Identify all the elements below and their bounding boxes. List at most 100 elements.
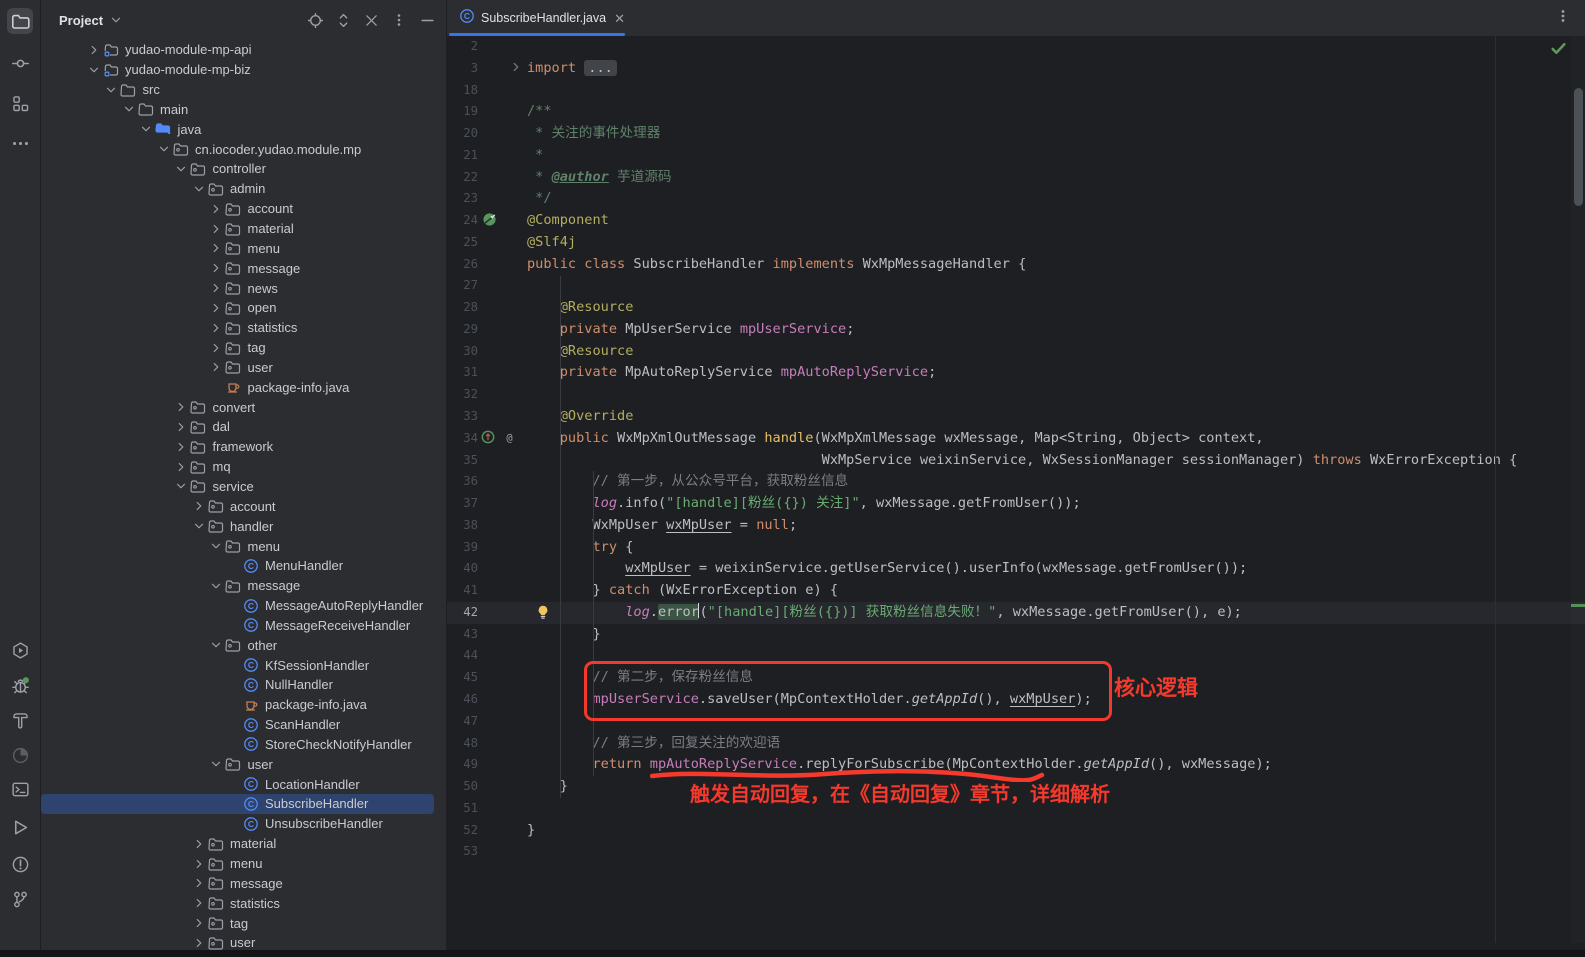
chevron-right-icon[interactable] [209, 261, 224, 276]
tree-item-tag[interactable]: tag [41, 338, 434, 358]
chevron-right-icon[interactable] [209, 221, 224, 236]
code-line-42[interactable]: 42 log.error("[handle][粉丝({})] 获取粉丝信息失败！… [447, 602, 1585, 624]
tree-item-dal[interactable]: dal [41, 417, 434, 437]
code-line-2[interactable]: 2 [447, 36, 1585, 58]
code-line-27[interactable]: 27 [447, 275, 1585, 297]
chevron-down-icon[interactable] [139, 122, 154, 137]
tree-item-main[interactable]: main [41, 100, 434, 120]
tree-item-message[interactable]: message [41, 873, 434, 893]
tree-item-yudao-module-mp-biz[interactable]: yudao-module-mp-biz [41, 60, 434, 80]
chevron-right-icon[interactable] [191, 836, 206, 851]
collapse-all-icon[interactable] [362, 11, 380, 29]
chevron-right-icon[interactable] [209, 241, 224, 256]
tree-item-user[interactable]: user [41, 754, 434, 774]
tree-item-news[interactable]: news [41, 278, 434, 298]
tree-item-unsubscribehandler[interactable]: CUnsubscribeHandler [41, 814, 434, 834]
chevron-right-icon[interactable] [174, 459, 189, 474]
chevron-right-icon[interactable] [174, 400, 189, 415]
tree-item-mq[interactable]: mq [41, 457, 434, 477]
chevron-right-icon[interactable] [191, 896, 206, 911]
close-icon[interactable]: ✕ [614, 12, 625, 25]
tree-item-cn-iocoder-yudao-module-mp[interactable]: cn.iocoder.yudao.module.mp [41, 139, 434, 159]
more-tools-icon[interactable] [7, 130, 33, 156]
tree-item-other[interactable]: other [41, 635, 434, 655]
code-content[interactable]: 23import ...1819/**20 * 关注的事件处理器21 *22 *… [447, 36, 1585, 863]
chevron-right-icon[interactable] [191, 916, 206, 931]
tree-item-message[interactable]: message [41, 258, 434, 278]
tree-item-scanhandler[interactable]: CScanHandler [41, 715, 434, 735]
code-line-29[interactable]: 29 private MpUserService mpUserService; [447, 319, 1585, 341]
chevron-down-icon[interactable] [209, 539, 224, 554]
chevron-down-icon[interactable] [174, 161, 189, 176]
kebab-menu-icon[interactable] [1555, 8, 1571, 29]
code-line-34[interactable]: 34@ public WxMpXmlOutMessage handle(WxMp… [447, 428, 1585, 450]
chevron-down-icon[interactable] [209, 638, 224, 653]
tree-item-account[interactable]: account [41, 199, 434, 219]
code-line-23[interactable]: 23 */ [447, 188, 1585, 210]
code-line-24[interactable]: 24@Component [447, 210, 1585, 232]
code-line-25[interactable]: 25@Slf4j [447, 232, 1585, 254]
tree-item-handler[interactable]: handler [41, 516, 434, 536]
chevron-down-icon[interactable] [156, 142, 171, 157]
code-line-18[interactable]: 18 [447, 80, 1585, 102]
tree-item-service[interactable]: service [41, 477, 434, 497]
terminal-icon[interactable] [7, 776, 33, 802]
chevron-right-icon[interactable] [209, 320, 224, 335]
code-line-43[interactable]: 43 } [447, 624, 1585, 646]
code-line-35[interactable]: 35 WxMpService weixinService, WxSessionM… [447, 450, 1585, 472]
tree-item-convert[interactable]: convert [41, 397, 434, 417]
tab-subscribehandler[interactable]: C SubscribeHandler.java ✕ [449, 0, 625, 36]
code-line-41[interactable]: 41 } catch (WxErrorException e) { [447, 580, 1585, 602]
chevron-right-icon[interactable] [191, 935, 206, 950]
tree-item-yudao-module-mp-api[interactable]: yudao-module-mp-api [41, 40, 434, 60]
tree-item-subscribehandler[interactable]: CSubscribeHandler [41, 794, 434, 814]
code-line-30[interactable]: 30 @Resource [447, 341, 1585, 363]
project-panel-title[interactable]: Project [59, 13, 103, 28]
chevron-right-icon[interactable] [174, 439, 189, 454]
tree-item-src[interactable]: src [41, 80, 434, 100]
tree-item-user[interactable]: user [41, 358, 434, 378]
editor-scrollbar-thumb[interactable] [1574, 88, 1583, 206]
build-icon[interactable] [7, 707, 33, 733]
tree-item-package-info-java[interactable]: package-info.java [41, 377, 434, 397]
chevron-right-icon[interactable] [209, 340, 224, 355]
chevron-right-icon[interactable] [174, 419, 189, 434]
tree-item-open[interactable]: open [41, 298, 434, 318]
code-line-37[interactable]: 37 log.info("[handle][粉丝({}) 关注]", wxMes… [447, 493, 1585, 515]
chevron-right-icon[interactable] [209, 360, 224, 375]
code-line-38[interactable]: 38 WxMpUser wxMpUser = null; [447, 515, 1585, 537]
code-line-53[interactable]: 53 [447, 841, 1585, 863]
tree-item-package-info-java[interactable]: package-info.java [41, 695, 434, 715]
git-branch-icon[interactable] [7, 886, 33, 912]
analysis-ok-check-icon[interactable] [1550, 40, 1567, 62]
structure-icon[interactable] [7, 90, 33, 116]
tree-item-material[interactable]: material [41, 834, 434, 854]
tree-item-storechecknotifyhandler[interactable]: CStoreCheckNotifyHandler [41, 735, 434, 755]
fold-chevron-icon[interactable] [509, 60, 523, 82]
tree-item-statistics[interactable]: statistics [41, 318, 434, 338]
code-line-20[interactable]: 20 * 关注的事件处理器 [447, 123, 1585, 145]
chevron-right-icon[interactable] [209, 300, 224, 315]
tree-item-locationhandler[interactable]: CLocationHandler [41, 774, 434, 794]
code-line-32[interactable]: 32 [447, 384, 1585, 406]
run-icon[interactable] [7, 814, 33, 840]
code-line-33[interactable]: 33 @Override [447, 406, 1585, 428]
code-line-40[interactable]: 40 wxMpUser = weixinService.getUserServi… [447, 558, 1585, 580]
tree-item-message[interactable]: message [41, 576, 434, 596]
tree-item-messagereceivehandler[interactable]: CMessageReceiveHandler [41, 615, 434, 635]
tree-item-material[interactable]: material [41, 219, 434, 239]
debug-icon[interactable] [7, 672, 33, 698]
chevron-down-icon[interactable] [191, 519, 206, 534]
tree-item-menu[interactable]: menu [41, 238, 434, 258]
tree-item-framework[interactable]: framework [41, 437, 434, 457]
code-line-39[interactable]: 39 try { [447, 537, 1585, 559]
chevron-right-icon[interactable] [191, 876, 206, 891]
expand-collapse-icon[interactable] [334, 11, 352, 29]
chevron-down-icon[interactable] [86, 62, 101, 77]
overriding-method-icon[interactable] [481, 430, 495, 452]
editor-area[interactable]: C SubscribeHandler.java ✕ 23import ...18… [447, 0, 1585, 950]
code-line-21[interactable]: 21 * [447, 145, 1585, 167]
tree-item-messageautoreplyhandler[interactable]: CMessageAutoReplyHandler [41, 596, 434, 616]
code-line-48[interactable]: 48 // 第三步，回复关注的欢迎语 [447, 733, 1585, 755]
project-folder-icon[interactable] [7, 8, 33, 34]
